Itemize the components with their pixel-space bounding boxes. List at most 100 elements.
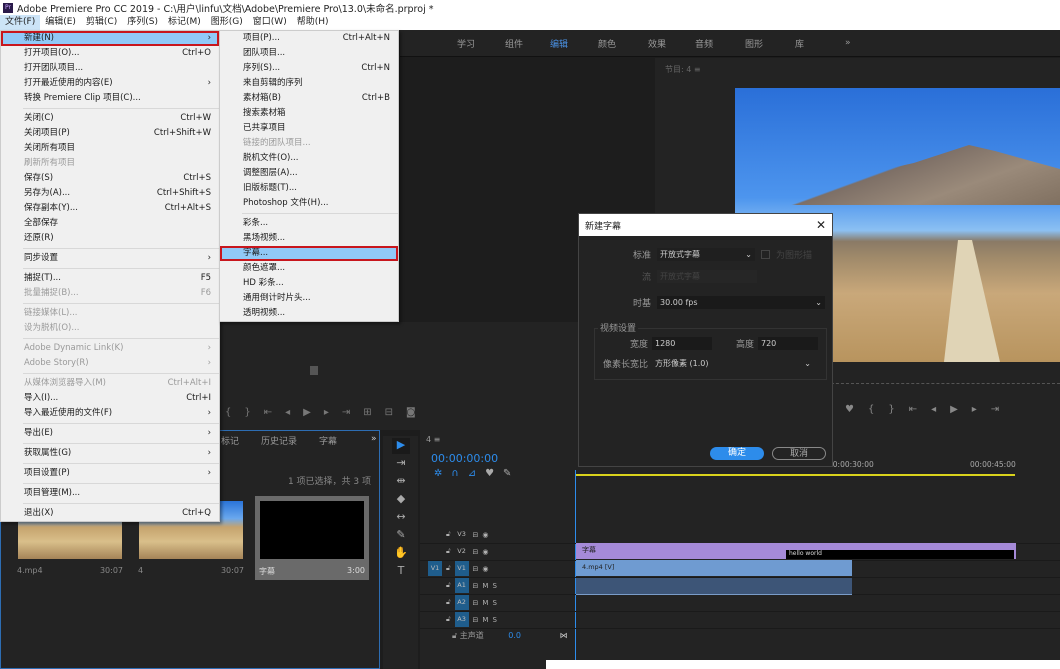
menu-7[interactable]: 帮助(H): [292, 15, 334, 30]
width-input[interactable]: 1280: [652, 337, 712, 350]
workspace-tab[interactable]: 图形: [745, 37, 763, 50]
mute-button[interactable]: M: [482, 599, 488, 607]
video-clip[interactable]: 4.mp4 [V]: [576, 560, 852, 576]
project-item[interactable]: 字幕 3:00: [255, 496, 369, 580]
track-target[interactable]: A1: [454, 578, 469, 593]
menu-item[interactable]: 黑场视频...: [220, 231, 398, 246]
menu-item[interactable]: 另存为(A)... Ctrl+Shift+S: [1, 186, 219, 201]
eye-icon[interactable]: ◉: [482, 531, 488, 539]
sync-lock-icon[interactable]: ⊟: [473, 548, 479, 556]
ok-button[interactable]: 确定: [710, 447, 764, 460]
menu-item[interactable]: 关闭(C) Ctrl+W: [1, 111, 219, 126]
workspace-tab[interactable]: 库: [795, 37, 804, 50]
menu-3[interactable]: 序列(S): [122, 15, 163, 30]
hand-tool-icon[interactable]: ✋: [392, 546, 410, 562]
close-icon[interactable]: ✕: [816, 218, 826, 232]
height-input[interactable]: 720: [758, 337, 818, 350]
eye-icon[interactable]: ◉: [482, 548, 488, 556]
source-patch[interactable]: [428, 612, 442, 627]
pixel-aspect-select[interactable]: 方形像素 (1.0) ⌄: [652, 357, 814, 370]
project-tab[interactable]: 字幕: [319, 434, 337, 447]
master-volume[interactable]: 0.0: [508, 631, 521, 640]
menu-item[interactable]: 序列(S)... Ctrl+N: [220, 61, 398, 76]
pen-tool-icon[interactable]: ✎: [392, 528, 410, 544]
standard-select[interactable]: 开放式字幕 ⌄: [657, 248, 755, 261]
slip-tool-icon[interactable]: ↔: [392, 510, 410, 526]
menu-item[interactable]: 搜索素材箱: [220, 106, 398, 121]
menu-item[interactable]: 打开最近使用的内容(E) ›: [1, 76, 219, 91]
menu-item[interactable]: 保存副本(Y)... Ctrl+Alt+S: [1, 201, 219, 216]
menu-item[interactable]: 退出(X) Ctrl+Q: [1, 506, 219, 521]
menu-2[interactable]: 剪辑(C): [81, 15, 122, 30]
caption-clip[interactable]: 字幕 hello world: [576, 543, 1016, 559]
menu-item[interactable]: Adobe Dynamic Link(K) ›: [1, 341, 219, 356]
menu-4[interactable]: 标记(M): [163, 15, 206, 30]
menu-6[interactable]: 窗口(W): [248, 15, 292, 30]
mute-button[interactable]: M: [482, 616, 488, 624]
work-area-bar[interactable]: [575, 474, 1015, 476]
solo-button[interactable]: S: [492, 599, 496, 607]
lock-icon[interactable]: 🔓︎: [446, 581, 451, 590]
menu-item[interactable]: 彩条...: [220, 216, 398, 231]
menu-item[interactable]: 素材箱(B) Ctrl+B: [220, 91, 398, 106]
cancel-button[interactable]: 取消: [772, 447, 826, 460]
menu-item[interactable]: 保存(S) Ctrl+S: [1, 171, 219, 186]
menu-item[interactable]: 导入最近使用的文件(F) ›: [1, 406, 219, 421]
lock-icon[interactable]: 🔓︎: [446, 615, 451, 624]
menu-item[interactable]: 打开团队项目...: [1, 61, 219, 76]
menu-item[interactable]: Adobe Story(R) ›: [1, 356, 219, 371]
menu-item[interactable]: 新建(N) ›: [1, 31, 219, 46]
playback-controls[interactable]: ♥{}⇤◂▶▸⇥: [845, 404, 1013, 415]
menu-0[interactable]: 文件(F): [0, 15, 41, 30]
project-tab[interactable]: 标记: [221, 434, 239, 447]
menu-item[interactable]: 链接的团队项目...: [220, 136, 398, 151]
menu-item[interactable]: 已共享项目: [220, 121, 398, 136]
source-patch[interactable]: [428, 544, 442, 559]
track-target[interactable]: A2: [454, 595, 469, 610]
source-patch[interactable]: [428, 578, 442, 593]
selection-tool-icon[interactable]: ▶: [392, 438, 410, 454]
menu-item[interactable]: 关闭项目(P) Ctrl+Shift+W: [1, 126, 219, 141]
menu-item[interactable]: 调整图层(A)...: [220, 166, 398, 181]
type-tool-icon[interactable]: T: [392, 564, 410, 580]
track-target[interactable]: A3: [454, 612, 469, 627]
mute-button[interactable]: M: [482, 582, 488, 590]
menu-item[interactable]: 团队项目...: [220, 46, 398, 61]
menu-item[interactable]: 导出(E) ›: [1, 426, 219, 441]
track-target[interactable]: V2: [455, 544, 469, 559]
razor-tool-icon[interactable]: ◆: [392, 492, 410, 508]
caption-text-block[interactable]: hello world: [786, 550, 1014, 559]
menu-item[interactable]: 设为脱机(O)...: [1, 321, 219, 336]
menu-item[interactable]: 导入(I)... Ctrl+I: [1, 391, 219, 406]
source-patch[interactable]: [428, 595, 442, 610]
menu-item[interactable]: 获取属性(G) ›: [1, 446, 219, 461]
menu-item[interactable]: 透明视频...: [220, 306, 398, 321]
track-select-tool-icon[interactable]: ⇥: [392, 456, 410, 472]
menu-item[interactable]: Photoshop 文件(H)...: [220, 196, 398, 211]
ripple-edit-tool-icon[interactable]: ⇹: [392, 474, 410, 490]
menu-item[interactable]: 来自剪辑的序列: [220, 76, 398, 91]
menu-5[interactable]: 图形(G): [206, 15, 248, 30]
menu-item[interactable]: 批量捕捉(B)... F6: [1, 286, 219, 301]
track-target[interactable]: V3: [455, 527, 469, 542]
eye-icon[interactable]: ◉: [482, 565, 488, 573]
sync-lock-icon[interactable]: ⊟: [473, 599, 479, 607]
timecode[interactable]: 00:00:00:00: [431, 452, 498, 465]
menu-item[interactable]: 全部保存: [1, 216, 219, 231]
more-workspaces-icon[interactable]: »: [845, 38, 851, 48]
sync-lock-icon[interactable]: ⊟: [473, 582, 479, 590]
checkbox[interactable]: [761, 250, 770, 259]
menu-item[interactable]: 同步设置 ›: [1, 251, 219, 266]
menu-item[interactable]: 通用倒计时片头...: [220, 291, 398, 306]
menu-item[interactable]: 捕捉(T)... F5: [1, 271, 219, 286]
lock-icon[interactable]: 🔓︎: [446, 564, 451, 573]
workspace-tab[interactable]: 组件: [505, 37, 523, 50]
lock-icon[interactable]: 🔓︎: [446, 598, 451, 607]
menu-item[interactable]: 链接媒体(L)...: [1, 306, 219, 321]
source-playback-controls[interactable]: {}⇤◂▶▸⇥⊞⊟◙: [225, 407, 429, 418]
sequence-tab[interactable]: 4 ≡: [426, 435, 440, 444]
menu-item[interactable]: 刷新所有项目: [1, 156, 219, 171]
solo-button[interactable]: S: [492, 582, 496, 590]
menu-item[interactable]: 颜色遮罩...: [220, 261, 398, 276]
menu-item[interactable]: 项目(P)... Ctrl+Alt+N: [220, 31, 398, 46]
